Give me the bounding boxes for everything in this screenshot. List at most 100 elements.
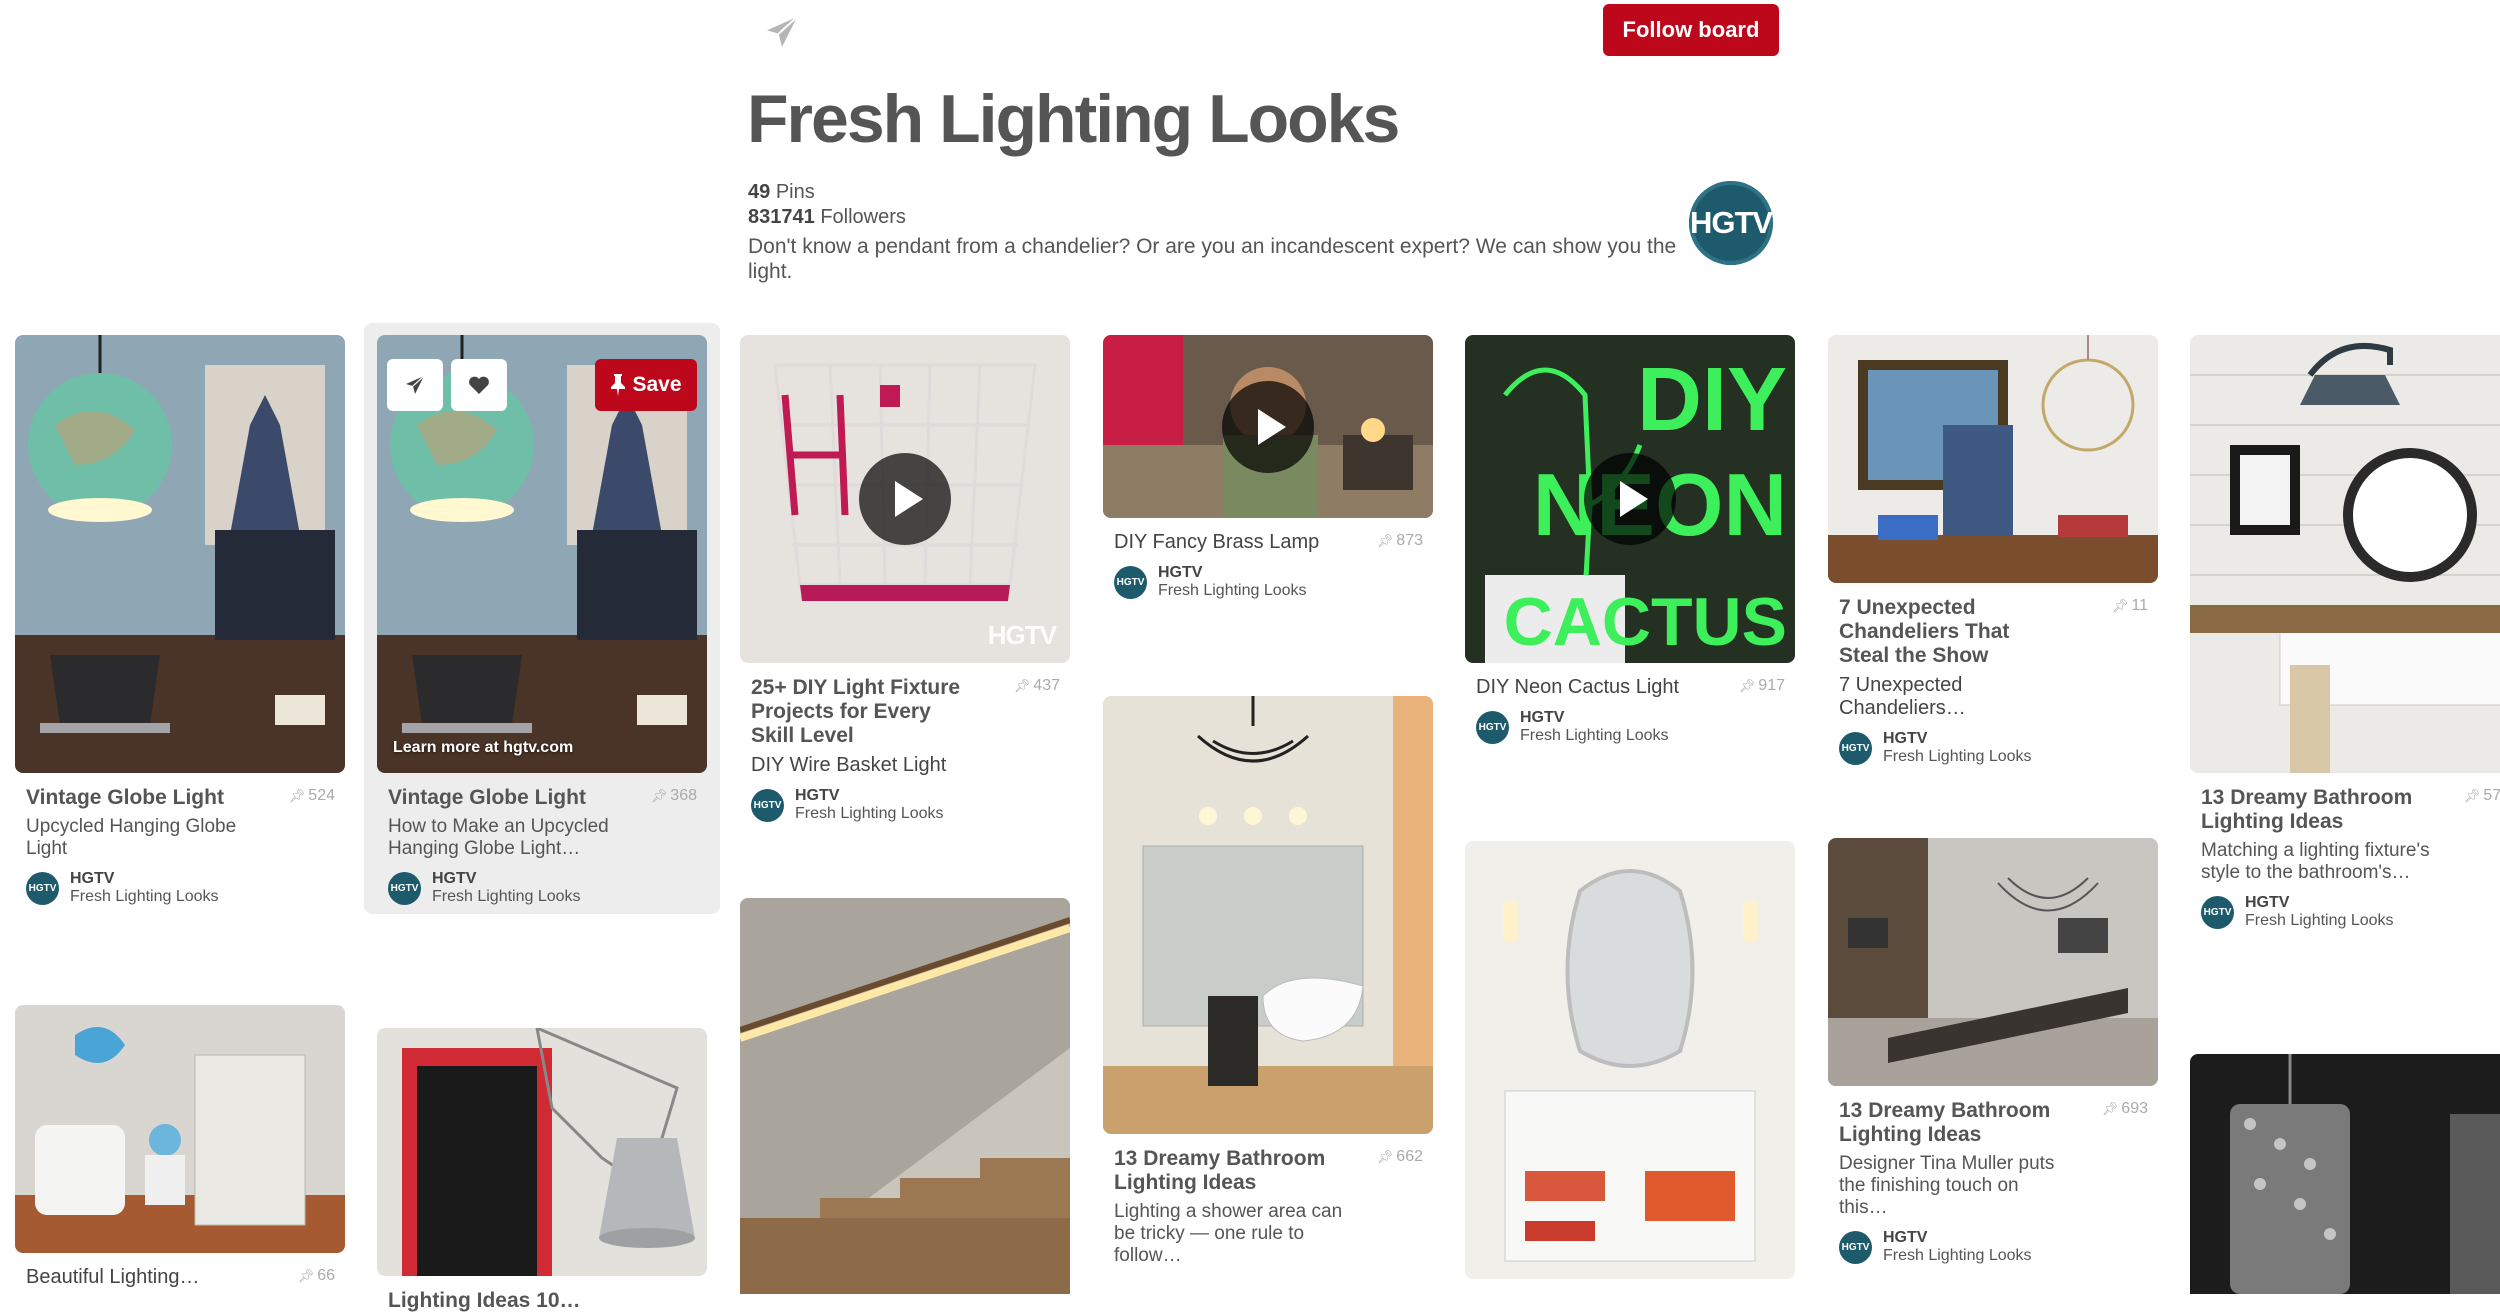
play-button[interactable] — [1222, 380, 1314, 473]
source-link[interactable]: Learn more at hgtv.com — [393, 739, 573, 757]
pin-image[interactable] — [2190, 335, 2500, 773]
pin-title[interactable]: 13 Dreamy Bathroom Lighting Ideas — [2201, 786, 2416, 834]
pin-title[interactable]: 25+ DIY Light Fixture Projects for Every… — [751, 676, 966, 748]
pin-image[interactable] — [377, 1028, 707, 1276]
pin-icon: 📌︎ — [2101, 1101, 2119, 1116]
owner-name: HGTV — [1883, 1229, 1928, 1246]
board-name: Fresh Lighting Looks — [1883, 748, 2032, 765]
owner-avatar[interactable]: HGTV — [1689, 181, 1773, 265]
pin-card[interactable] — [740, 898, 1070, 1294]
pin-attribution[interactable]: HGTV HGTV Fresh Lighting Looks — [388, 870, 696, 906]
pin-description: DIY Wire Basket Light — [751, 754, 947, 776]
repin-count: 📌︎ 524 — [288, 787, 335, 804]
save-pin-button[interactable]: Save — [595, 359, 697, 411]
pin-icon: 📌︎ — [1376, 533, 1394, 548]
like-pin-button[interactable] — [451, 359, 507, 411]
pin-image[interactable] — [15, 1005, 345, 1253]
owner-name: HGTV — [1883, 730, 1928, 747]
pin-title[interactable]: Beautiful Lighting… — [26, 1266, 241, 1289]
pin-attribution[interactable]: HGTV HGTV Fresh Lighting Looks — [1839, 1229, 2147, 1265]
hgtv-watermark: HGTV — [987, 620, 1057, 650]
repin-count: 📌︎ 11 — [2111, 597, 2148, 614]
pin-image[interactable] — [2190, 1054, 2500, 1294]
pin-meta: 13 Dreamy Bathroom Lighting Ideas 📌︎ 662 … — [1103, 1134, 1433, 1267]
pin-card[interactable]: 13 Dreamy Bathroom Lighting Ideas 📌︎ 693 … — [1828, 838, 2158, 1265]
pin-image[interactable] — [1828, 838, 2158, 1086]
followers-count: 831741 — [748, 206, 815, 228]
board-name: Fresh Lighting Looks — [70, 888, 219, 905]
pin-card-hovered[interactable]: Save Learn more at hgtv.com Vintage Glob… — [364, 323, 720, 914]
pin-card[interactable]: 7 Unexpected Chandeliers That Steal the … — [1828, 335, 2158, 766]
pin-image[interactable] — [1103, 335, 1433, 518]
send-icon — [406, 375, 425, 394]
pin-card[interactable]: 13 Dreamy Bathroom Lighting Ideas 📌︎579 … — [2190, 335, 2500, 930]
repin-count: 📌︎ 873 — [1376, 532, 1423, 549]
pin-attribution[interactable]: HGTV HGTV Fresh Lighting Looks — [1476, 709, 1784, 745]
pin-card[interactable]: Vintage Globe Light 📌︎ 524 Upcycled Hangi… — [15, 335, 345, 906]
pin-attribution[interactable]: HGTV HGTV Fresh Lighting Looks — [26, 870, 334, 906]
pin-card[interactable]: DIY NEON CACTUS DIY Neon Cactus Light 📌︎… — [1465, 335, 1795, 745]
pin-image[interactable]: Save Learn more at hgtv.com — [377, 335, 707, 773]
owner-logo-text: HGTV — [1689, 205, 1773, 240]
pin-image[interactable] — [15, 335, 345, 773]
play-button[interactable] — [1584, 453, 1676, 545]
send-icon[interactable] — [762, 12, 802, 52]
pin-card[interactable]: Beautiful Lighting… 📌︎ 66 — [15, 1005, 345, 1289]
pin-title[interactable]: Lighting Ideas 10… — [388, 1289, 603, 1313]
repin-count: 📌︎ 66 — [297, 1267, 335, 1284]
pin-title[interactable]: Vintage Globe Light — [26, 786, 241, 810]
pin-card[interactable]: 13 Dreamy Bathroom Lighting Ideas 📌︎ 662 … — [1103, 696, 1433, 1267]
board-name: Fresh Lighting Looks — [2245, 912, 2394, 929]
pin-title[interactable]: 7 Unexpected Chandeliers That Steal the … — [1839, 596, 2054, 668]
repin-count: 📌︎ 437 — [1013, 677, 1060, 694]
pin-image[interactable] — [740, 898, 1070, 1294]
pin-title[interactable]: 13 Dreamy Bathroom Lighting Ideas — [1839, 1099, 2054, 1147]
pin-meta: Beautiful Lighting… 📌︎ 66 — [15, 1253, 345, 1289]
pin-description: Matching a lighting fixture's style to t… — [2201, 840, 2430, 883]
pin-meta: 13 Dreamy Bathroom Lighting Ideas 📌︎ 693 … — [1828, 1086, 2158, 1265]
owner-avatar: HGTV — [1839, 1230, 1872, 1264]
pin-description: 7 Unexpected Chandeliers… — [1839, 674, 1966, 719]
pin-card[interactable] — [1465, 841, 1795, 1279]
pin-card[interactable]: HGTV 25+ DIY Light Fixture Projects for … — [740, 335, 1070, 823]
follow-board-button[interactable]: Follow board — [1603, 4, 1779, 56]
pin-image[interactable] — [1103, 696, 1433, 1134]
pin-attribution[interactable]: HGTV HGTV Fresh Lighting Looks — [1114, 564, 1422, 600]
pin-title[interactable]: Vintage Globe Light — [388, 786, 603, 810]
pin-image[interactable]: DIY NEON CACTUS — [1465, 335, 1795, 663]
pin-attribution[interactable]: HGTV HGTV Fresh Lighting Looks — [2201, 894, 2500, 930]
repin-count: 📌︎ 917 — [1738, 677, 1785, 694]
board-name: Fresh Lighting Looks — [1520, 727, 1669, 744]
pin-title[interactable]: DIY Fancy Brass Lamp — [1114, 531, 1329, 554]
pin-image[interactable] — [1828, 335, 2158, 583]
repin-count: 📌︎ 662 — [1376, 1148, 1423, 1165]
pin-card[interactable] — [2190, 1054, 2500, 1294]
board-name: Fresh Lighting Looks — [795, 805, 944, 822]
pushpin-icon — [611, 374, 626, 396]
board-title: Fresh Lighting Looks — [747, 81, 1400, 157]
pin-meta: 7 Unexpected Chandeliers That Steal the … — [1828, 583, 2158, 766]
pins-stat[interactable]: 49 Pins — [748, 180, 906, 205]
source-domain: hgtv.com — [503, 739, 574, 756]
pin-attribution[interactable]: HGTV HGTV Fresh Lighting Looks — [751, 787, 1059, 823]
learn-more-text: Learn more at — [393, 739, 499, 756]
repin-count: 📌︎ 368 — [650, 787, 697, 804]
board-name: Fresh Lighting Looks — [1883, 1247, 2032, 1264]
pin-card[interactable]: Lighting Ideas 10… — [377, 1028, 707, 1313]
pin-icon: 📌︎ — [1013, 678, 1031, 693]
pin-title[interactable]: DIY Neon Cactus Light — [1476, 676, 1691, 699]
pin-title[interactable]: 13 Dreamy Bathroom Lighting Ideas — [1114, 1147, 1329, 1195]
pin-meta: DIY Neon Cactus Light 📌︎ 917 HGTV HGTV Fre… — [1465, 663, 1795, 745]
followers-stat[interactable]: 831741 Followers — [748, 205, 906, 230]
pin-description: Upcycled Hanging Globe Light — [26, 816, 237, 859]
owner-avatar: HGTV — [1476, 710, 1509, 744]
followers-label: Followers — [820, 206, 906, 228]
pin-attribution[interactable]: HGTV HGTV Fresh Lighting Looks — [1839, 730, 2147, 766]
pin-card[interactable]: DIY Fancy Brass Lamp 📌︎ 873 HGTV HGTV Fres… — [1103, 335, 1433, 600]
send-pin-button[interactable] — [387, 359, 443, 411]
owner-avatar: HGTV — [2201, 895, 2234, 929]
play-button[interactable] — [859, 453, 951, 545]
pin-image[interactable] — [1465, 841, 1795, 1279]
pin-image[interactable]: HGTV — [740, 335, 1070, 663]
board-stats: 49 Pins 831741 Followers — [748, 180, 906, 230]
